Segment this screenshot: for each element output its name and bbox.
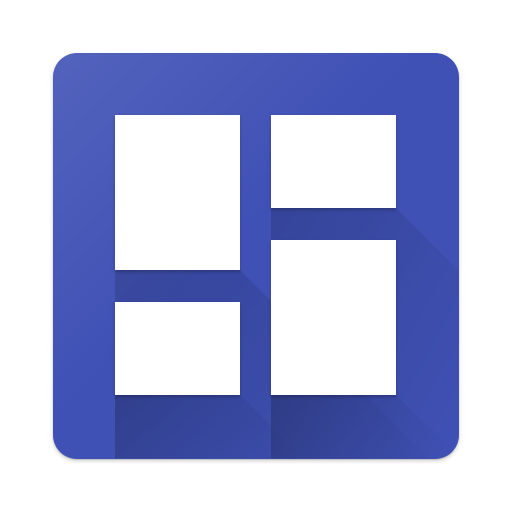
long-shadow — [115, 115, 459, 459]
tile-tall-right — [271, 240, 396, 395]
tile-small-top-right — [271, 115, 396, 208]
tile-small-bottom-left — [115, 302, 240, 395]
tile-tall-left — [115, 115, 240, 270]
app-icon — [53, 53, 459, 459]
